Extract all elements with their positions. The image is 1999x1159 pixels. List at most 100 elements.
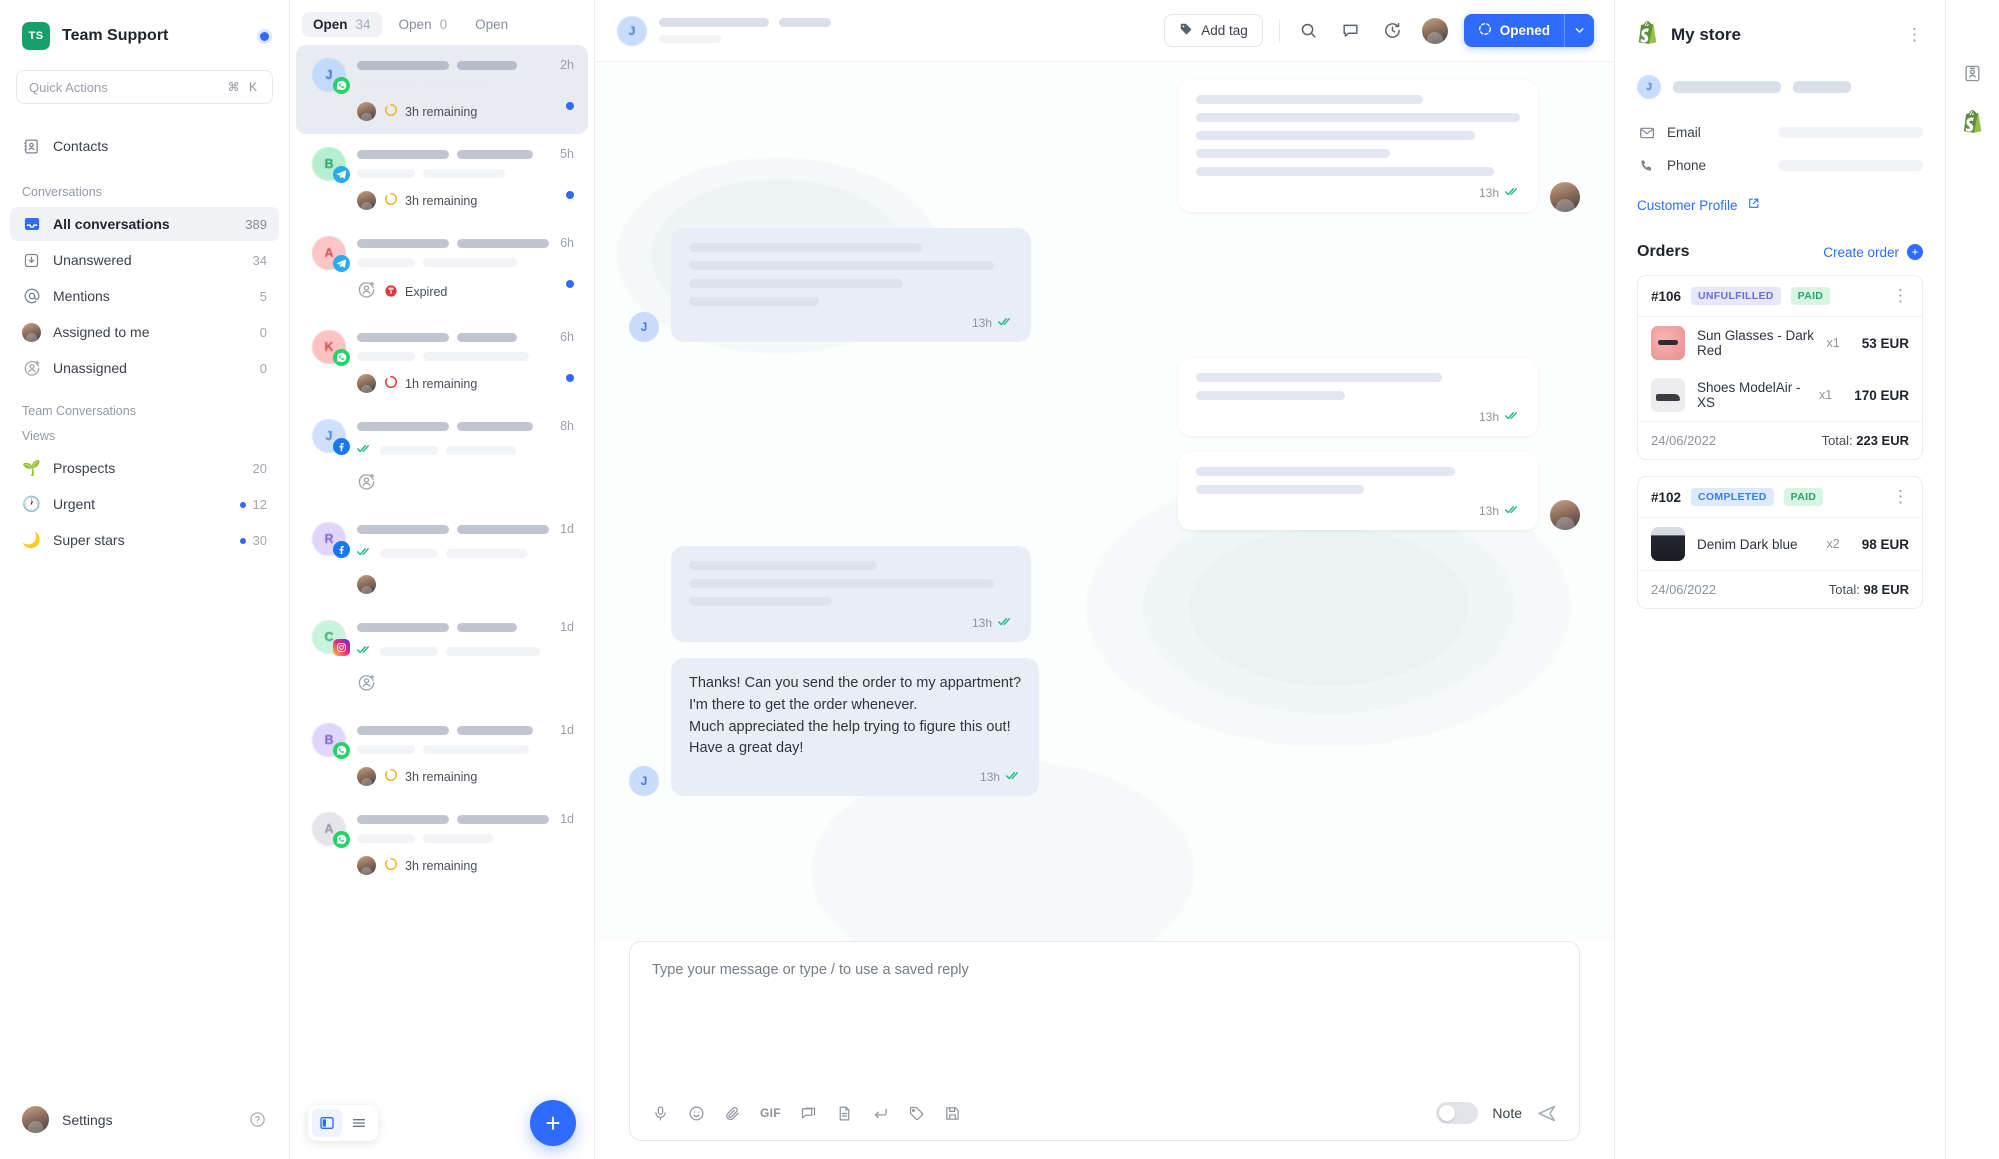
avatar[interactable] [22,1106,49,1133]
comment-icon[interactable] [1338,18,1364,44]
message-meta: 13h [689,616,1013,630]
order-card[interactable]: #106 UNFULFILLED PAID ⋮ Sun Glasses - Dark R… [1637,275,1923,460]
tab-open-2[interactable]: Open 0 [388,12,459,37]
status-button-main[interactable]: Opened [1464,14,1564,47]
tab-open-1[interactable]: Open 34 [302,12,382,37]
contact-avatar: A [312,236,350,272]
unread-indicator [566,102,574,110]
emoji-icon[interactable] [688,1105,705,1122]
sla-label: 3h remaining [405,193,478,208]
sprout-icon: 🌱 [22,459,41,477]
email-icon [1637,123,1656,142]
right-rail [1945,0,1999,1159]
order-card[interactable]: #102 COMPLETED PAID ⋮ Denim Dark blue x2 98 EU… [1637,476,1923,609]
orders-header: Orders Create order + [1637,243,1923,261]
conversation-row[interactable]: A 3h remaining 1d [296,799,588,888]
help-icon[interactable] [248,1110,267,1129]
sidebar-item-count: 0 [259,360,267,376]
message-composer[interactable]: Type your message or type / to use a sav… [629,941,1580,1141]
read-receipt-icon [1505,504,1520,518]
send-icon[interactable] [1536,1103,1557,1124]
conversation-row[interactable]: C 1d [296,607,588,710]
customer-profile-link[interactable]: Customer Profile [1637,197,1923,213]
message-meta: 13h [689,770,1021,784]
sidebar-item-unanswered[interactable]: Unanswered 34 [10,243,279,277]
sidebar-item-unassigned[interactable]: Unassigned 0 [10,351,279,385]
sidebar-item-super-stars[interactable]: 🌙 Super stars 30 [10,523,279,557]
message-thread[interactable]: 13h J 13h 13h 13h 13h J Thanks! Can you send th… [595,62,1614,941]
sidebar-item-urgent[interactable]: 🕐 Urgent 12 [10,487,279,521]
composer-placeholder[interactable]: Type your message or type / to use a sav… [630,942,1579,978]
conversation-row[interactable]: B 3h remaining 1d [296,710,588,799]
conversation-row[interactable]: B 3h remaining 5h [296,134,588,223]
divider [1278,18,1280,43]
document-icon[interactable] [836,1105,853,1122]
channel-badge-tg-icon [333,255,350,272]
conversation-preview [357,620,549,697]
conversation-row[interactable]: J 3h remaining 2h [296,45,588,134]
conversation-row[interactable]: R 1d [296,509,588,607]
conversation-row[interactable]: J 8h [296,406,588,509]
gif-icon[interactable]: GIF [760,1106,781,1120]
create-order-button[interactable]: Create order + [1823,244,1923,260]
assignee-avatar [357,102,376,121]
tab-label: Open [398,17,432,32]
unassigned-icon [357,472,376,496]
product-price: 98 EUR [1861,536,1909,552]
conversation-row[interactable]: A Expired 6h [296,223,588,317]
status-dropdown-button[interactable] [1564,14,1594,47]
assignee-avatar[interactable] [1421,17,1448,44]
conversation-rows[interactable]: J 3h remaining 2h B 3h remaining 5h A Expired 6h… [290,45,594,1159]
field-label: Email [1667,125,1701,140]
order-menu-button[interactable]: ⋮ [1892,488,1909,506]
field-phone: Phone [1637,156,1923,175]
timestamp: 1d [560,620,574,634]
sidebar-item-assigned-to-me[interactable]: Assigned to me 0 [10,315,279,349]
assignee-avatar [357,575,376,594]
microphone-icon[interactable] [652,1105,669,1122]
enter-key-icon[interactable] [872,1105,889,1122]
sla-indicator: 3h remaining [384,857,477,874]
contact-avatar: K [312,330,350,366]
message-timestamp: 13h [1478,410,1499,424]
status-button[interactable]: Opened [1463,14,1594,47]
shopify-icon[interactable] [1958,106,1988,136]
timestamp: 5h [560,147,574,161]
message-bubble: 13h [671,546,1031,642]
list-view-button[interactable] [344,1109,374,1137]
add-tag-button[interactable]: Add tag [1164,14,1263,47]
unassigned-icon [357,673,376,697]
contact-avatar[interactable]: J [617,15,647,46]
note-toggle[interactable] [1436,1102,1479,1124]
sidebar-item-contacts[interactable]: Contacts [10,129,279,163]
history-icon[interactable] [1380,18,1406,44]
unread-dot [239,502,246,509]
tag-icon[interactable] [908,1105,925,1122]
save-icon[interactable] [944,1105,961,1122]
new-conversation-button[interactable]: + [530,1100,576,1146]
saved-reply-icon[interactable] [800,1105,817,1122]
message-timestamp: 13h [1478,504,1499,518]
store-menu-button[interactable]: ⋮ [1906,26,1923,44]
contact-name-placeholder [659,18,831,43]
chat-message: 13h [629,452,1580,530]
chat-message: J Thanks! Can you send the order to my ap… [629,658,1580,796]
attachment-icon[interactable] [724,1105,741,1122]
message-bubble: 13h [1178,80,1538,212]
order-menu-button[interactable]: ⋮ [1892,287,1909,305]
timestamp: 2h [560,58,574,72]
view-toggle-group [308,1105,378,1141]
settings-label[interactable]: Settings [62,1112,113,1128]
store-header: My store ⋮ [1637,20,1923,49]
quick-actions-input[interactable]: Quick Actions ⌘ K [16,70,273,104]
search-icon[interactable] [1296,18,1322,44]
sidebar-item-count: 5 [259,288,267,304]
conversation-row[interactable]: K 1h remaining 6h [296,317,588,406]
note-label: Note [1492,1105,1522,1121]
sidebar-item-all-conversations[interactable]: All conversations 389 [10,207,279,241]
contact-card-icon[interactable] [1958,58,1988,88]
sidebar-item-prospects[interactable]: 🌱 Prospects 20 [10,451,279,485]
sidebar-item-mentions[interactable]: Mentions 5 [10,279,279,313]
tab-open-3[interactable]: Open [464,12,519,37]
panel-view-button[interactable] [312,1109,342,1137]
